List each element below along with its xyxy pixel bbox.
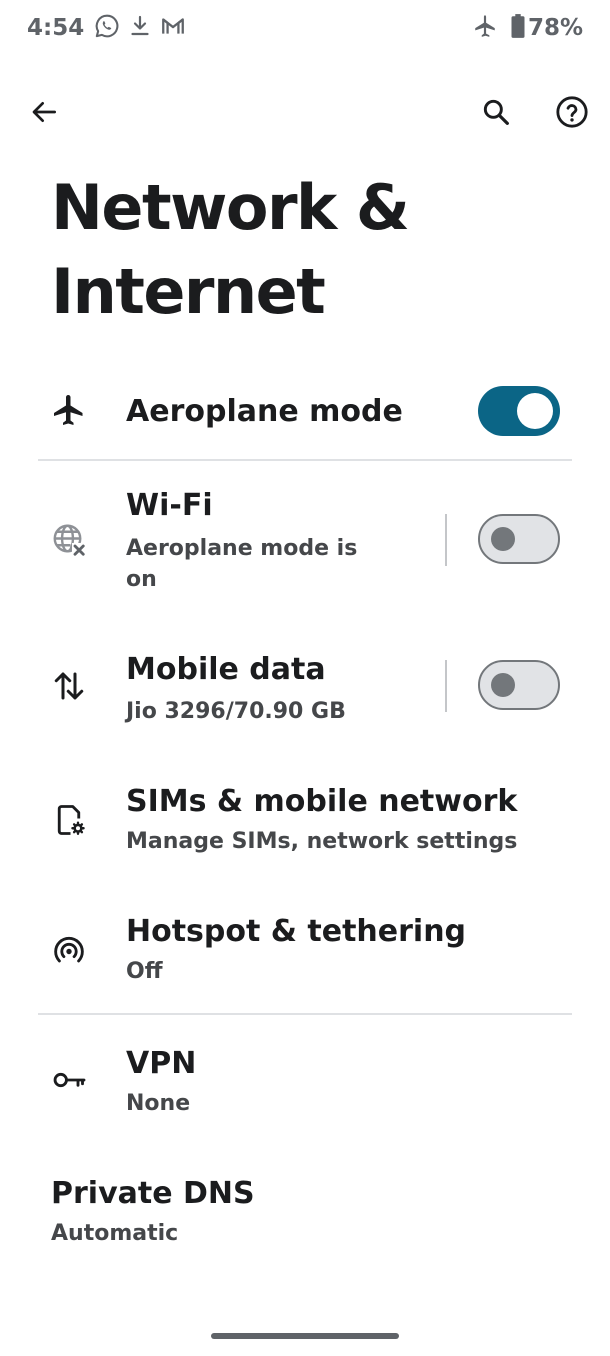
- vertical-separator: [445, 514, 447, 566]
- mobile-data-title: Mobile data: [126, 652, 326, 687]
- sims-row[interactable]: SIMs & mobile network Manage SIMs, netwo…: [0, 778, 610, 868]
- hotspot-subtitle: Off: [126, 959, 163, 984]
- private-dns-title: Private DNS: [51, 1176, 255, 1211]
- page-title-line-1: Network &: [51, 171, 410, 244]
- page-title-line-2: Internet: [51, 255, 326, 328]
- whatsapp-icon: [94, 13, 120, 43]
- wifi-title: Wi-Fi: [126, 488, 213, 523]
- switch-thumb: [491, 527, 515, 551]
- swap-vert-icon: [49, 666, 89, 706]
- back-button[interactable]: [18, 88, 70, 140]
- battery-icon: [510, 13, 526, 43]
- page-title: Network & Internet: [51, 166, 571, 334]
- private-dns-subtitle: Automatic: [51, 1221, 179, 1246]
- globe-off-icon: [49, 520, 89, 560]
- status-time: 4:54: [27, 15, 85, 41]
- aeroplane-mode-switch[interactable]: [478, 386, 560, 436]
- status-bar: 4:54 78%: [0, 0, 610, 56]
- sims-subtitle: Manage SIMs, network settings: [126, 829, 518, 854]
- private-dns-row[interactable]: Private DNS Automatic: [0, 1172, 610, 1262]
- gmail-icon: [160, 13, 186, 43]
- switch-thumb: [517, 393, 553, 429]
- help-icon: [555, 95, 589, 133]
- gesture-nav-handle[interactable]: [211, 1333, 399, 1339]
- vertical-separator: [445, 660, 447, 712]
- search-icon: [480, 96, 512, 132]
- switch-thumb: [491, 673, 515, 697]
- app-bar: [0, 86, 610, 146]
- vpn-row[interactable]: VPN None: [0, 1040, 610, 1130]
- status-bar-left: 4:54: [27, 13, 186, 43]
- wifi-subtitle-line-1: Aeroplane mode is: [126, 536, 358, 561]
- airplane-status-icon: [472, 13, 498, 43]
- hotspot-icon: [49, 930, 89, 970]
- divider: [38, 459, 572, 461]
- battery-status: 78%: [510, 13, 583, 43]
- mobile-data-row[interactable]: Mobile data Jio 3296/70.90 GB: [0, 646, 610, 736]
- battery-percentage: 78%: [527, 15, 583, 41]
- hotspot-row[interactable]: Hotspot & tethering Off: [0, 908, 610, 998]
- mobile-data-switch[interactable]: [478, 660, 560, 710]
- arrow-back-icon: [28, 96, 60, 132]
- wifi-row[interactable]: Wi-Fi Aeroplane mode is on: [0, 484, 610, 604]
- mobile-data-subtitle: Jio 3296/70.90 GB: [126, 699, 346, 724]
- hotspot-title: Hotspot & tethering: [126, 914, 467, 949]
- sim-settings-icon: [49, 800, 89, 840]
- vpn-subtitle: None: [126, 1091, 191, 1116]
- wifi-subtitle-line-2: on: [126, 567, 157, 592]
- status-bar-right: 78%: [472, 13, 583, 43]
- vpn-title: VPN: [126, 1046, 197, 1081]
- wifi-subtitle: Aeroplane mode is on: [126, 533, 357, 595]
- help-button[interactable]: [546, 88, 598, 140]
- divider: [38, 1013, 572, 1015]
- aeroplane-mode-row[interactable]: Aeroplane mode: [0, 372, 610, 454]
- key-icon: [49, 1060, 89, 1100]
- aeroplane-mode-title: Aeroplane mode: [126, 394, 403, 429]
- sims-title: SIMs & mobile network: [126, 784, 518, 819]
- airplane-icon: [49, 390, 89, 430]
- wifi-switch[interactable]: [478, 514, 560, 564]
- download-icon: [128, 13, 152, 43]
- search-button[interactable]: [470, 88, 522, 140]
